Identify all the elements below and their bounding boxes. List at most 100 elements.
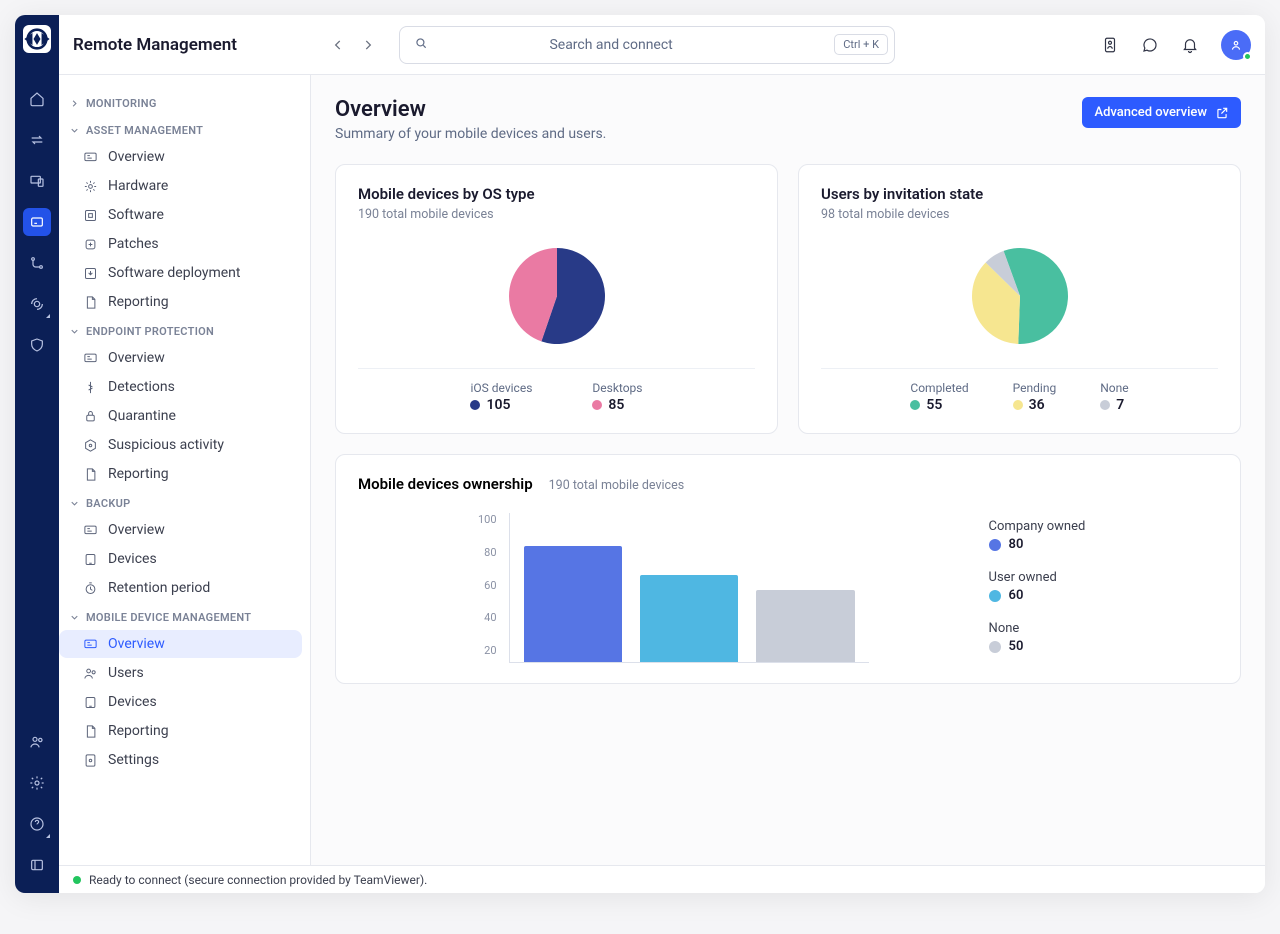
app-title: Remote Management <box>73 35 311 55</box>
bar-yaxis: 10080604020 <box>478 513 497 658</box>
rail-home[interactable] <box>23 85 51 113</box>
nav-icon <box>83 351 98 366</box>
nav-icon <box>83 438 98 453</box>
nav-icon <box>83 409 98 424</box>
bar-legend-item: Company owned80 <box>989 519 1086 552</box>
status-text: Ready to connect (secure connection prov… <box>89 873 427 887</box>
contacts-icon[interactable] <box>1101 36 1119 54</box>
rail-devices[interactable] <box>23 167 51 195</box>
secondary-sidebar: MONITORINGASSET MANAGEMENTOverviewHardwa… <box>59 15 311 893</box>
rail-help[interactable] <box>23 810 51 838</box>
bar <box>756 590 854 663</box>
nav-icon <box>83 237 98 252</box>
presence-dot <box>1243 52 1252 61</box>
status-bar: Ready to connect (secure connection prov… <box>59 865 1265 893</box>
nav-reporting[interactable]: Reporting <box>59 288 302 316</box>
advanced-overview-button[interactable]: Advanced overview <box>1082 97 1241 128</box>
rail-settings[interactable] <box>23 769 51 797</box>
nav-icon <box>83 523 98 538</box>
bar <box>640 575 738 662</box>
nav-retention-period[interactable]: Retention period <box>59 574 302 602</box>
rail-remote-mgmt[interactable] <box>23 208 51 236</box>
nav-icon <box>83 724 98 739</box>
avatar[interactable] <box>1221 30 1251 60</box>
bar-legend-item: User owned60 <box>989 570 1086 603</box>
nav-overview[interactable]: Overview <box>59 630 302 658</box>
topbar: Remote Management Search and connect Ctr… <box>59 15 1265 75</box>
status-dot-icon <box>73 876 81 884</box>
chevron-icon <box>69 498 80 509</box>
nav-users[interactable]: Users <box>59 659 302 687</box>
legend-item: Pending36 <box>1013 381 1057 413</box>
rail-users[interactable] <box>23 728 51 756</box>
bar-legend-item: None50 <box>989 621 1086 654</box>
card-invite-state: Users by invitation state 98 total mobil… <box>798 164 1241 434</box>
card-ownership: Mobile devices ownership 190 total mobil… <box>335 454 1241 684</box>
nav-icon <box>83 467 98 482</box>
nav-icon <box>83 695 98 710</box>
nav-reporting[interactable]: Reporting <box>59 717 302 745</box>
legend-item: Completed55 <box>910 381 968 413</box>
nav-icon <box>83 208 98 223</box>
group-monitoring[interactable]: MONITORING <box>59 89 302 116</box>
rail-workflow[interactable] <box>23 249 51 277</box>
nav-detections[interactable]: Detections <box>59 373 302 401</box>
nav-icon <box>83 753 98 768</box>
content-area: Overview Summary of your mobile devices … <box>311 75 1265 893</box>
nav-icon <box>83 581 98 596</box>
nav-icon <box>83 637 98 652</box>
nav-icon <box>83 552 98 567</box>
pie-chart-invite <box>960 236 1080 356</box>
rail-transfer[interactable] <box>23 126 51 154</box>
bell-icon[interactable] <box>1181 36 1199 54</box>
nav-overview[interactable]: Overview <box>59 344 302 372</box>
nav-devices[interactable]: Devices <box>59 688 302 716</box>
nav-patches[interactable]: Patches <box>59 230 302 258</box>
bar-chart-ownership <box>509 513 869 663</box>
group-mobile-device-management[interactable]: MOBILE DEVICE MANAGEMENT <box>59 603 302 630</box>
nav-devices[interactable]: Devices <box>59 545 302 573</box>
chevron-icon <box>69 612 80 623</box>
legend-item: iOS devices105 <box>470 381 532 413</box>
nav-rail <box>15 15 59 893</box>
group-backup[interactable]: BACKUP <box>59 489 302 516</box>
page-subtitle: Summary of your mobile devices and users… <box>335 126 606 142</box>
page-title: Overview <box>335 97 606 122</box>
card-os-type: Mobile devices by OS type 190 total mobi… <box>335 164 778 434</box>
rail-security[interactable] <box>23 331 51 359</box>
external-link-icon <box>1215 106 1229 120</box>
nav-quarantine[interactable]: Quarantine <box>59 402 302 430</box>
nav-suspicious-activity[interactable]: Suspicious activity <box>59 431 302 459</box>
nav-icon <box>83 380 98 395</box>
chat-icon[interactable] <box>1141 36 1159 54</box>
nav-overview[interactable]: Overview <box>59 516 302 544</box>
search-input[interactable]: Search and connect Ctrl + K <box>399 26 895 64</box>
nav-icon <box>83 150 98 165</box>
nav-forward[interactable] <box>353 30 383 60</box>
search-placeholder: Search and connect <box>396 37 826 53</box>
nav-reporting[interactable]: Reporting <box>59 460 302 488</box>
nav-hardware[interactable]: Hardware <box>59 172 302 200</box>
legend-item: Desktops85 <box>592 381 642 413</box>
nav-software[interactable]: Software <box>59 201 302 229</box>
rail-support[interactable] <box>23 290 51 318</box>
group-endpoint-protection[interactable]: ENDPOINT PROTECTION <box>59 317 302 344</box>
bar <box>524 546 622 662</box>
group-asset-management[interactable]: ASSET MANAGEMENT <box>59 116 302 143</box>
nav-overview[interactable]: Overview <box>59 143 302 171</box>
chevron-icon <box>69 125 80 136</box>
chevron-icon <box>69 98 80 109</box>
rail-collapse[interactable] <box>23 851 51 879</box>
nav-software-deployment[interactable]: Software deployment <box>59 259 302 287</box>
brand-logo <box>23 25 51 53</box>
legend-item: None7 <box>1100 381 1128 413</box>
chevron-icon <box>69 326 80 337</box>
nav-icon <box>83 295 98 310</box>
nav-icon <box>83 266 98 281</box>
nav-back[interactable] <box>323 30 353 60</box>
nav-settings[interactable]: Settings <box>59 746 302 774</box>
nav-icon <box>83 666 98 681</box>
pie-chart-os <box>497 236 617 356</box>
search-kbd: Ctrl + K <box>834 34 888 55</box>
nav-icon <box>83 179 98 194</box>
